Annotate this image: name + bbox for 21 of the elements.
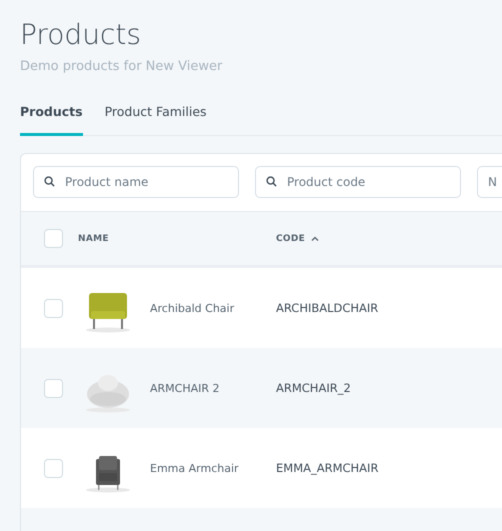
product-code: EMMA_ARMCHAIR xyxy=(276,461,378,475)
page-title: Products xyxy=(20,18,142,52)
filter-field[interactable]: Product name xyxy=(33,166,239,198)
caret-icon xyxy=(311,236,320,241)
product-name: Emma Armchair xyxy=(150,462,239,474)
page-subtitle: Demo products for New Viewer xyxy=(20,59,224,74)
product-name: ARMCHAIR 2 xyxy=(150,382,220,394)
row-checkbox[interactable] xyxy=(44,458,63,478)
row-checkbox[interactable] xyxy=(44,298,63,318)
column-header[interactable]: CODE xyxy=(276,234,320,244)
tab[interactable]: Products xyxy=(20,104,83,136)
column-header[interactable]: NAME xyxy=(78,234,109,244)
product-code: ARCHIBALDCHAIR xyxy=(276,301,378,315)
filter-field[interactable]: N xyxy=(477,166,502,198)
row-checkbox[interactable] xyxy=(44,378,63,398)
table-row[interactable]: ARMCHAIR 2 ARMCHAIR_2 xyxy=(21,348,502,428)
filter-field[interactable]: Product code xyxy=(255,166,461,198)
product-code: ARMCHAIR_2 xyxy=(276,381,351,395)
product-name: Archibald Chair xyxy=(150,302,234,314)
select-all-checkbox[interactable] xyxy=(44,229,63,248)
tab[interactable]: Product Families xyxy=(104,104,207,136)
